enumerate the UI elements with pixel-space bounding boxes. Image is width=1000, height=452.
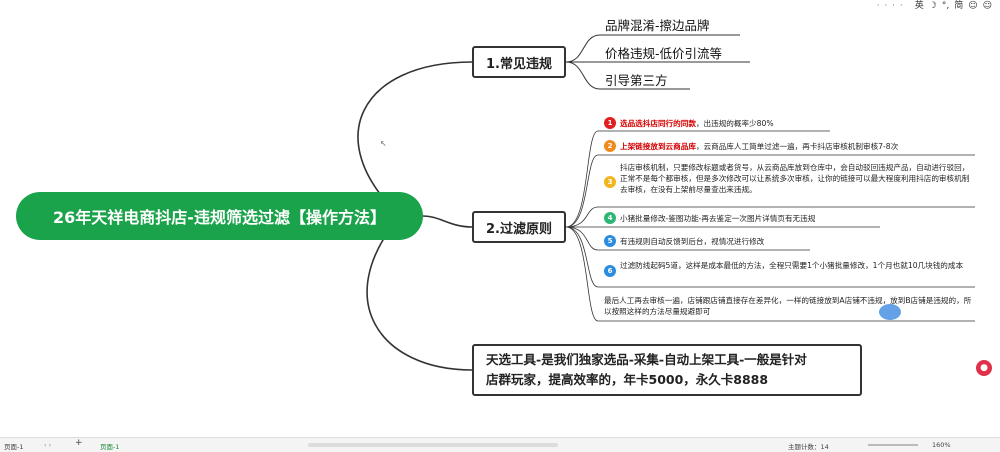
status-bar: 页面-1 ‹ › + 页面-1 主题计数：14 160% bbox=[0, 437, 1000, 452]
number-1-icon: 1 bbox=[604, 117, 616, 129]
tool-line-1: 天选工具-是我们独家选品-采集-自动上架工具-一般是针对 bbox=[486, 352, 807, 367]
ime-skin-icon[interactable]: ☺ bbox=[983, 0, 992, 13]
ime-emoji-icon[interactable]: ☺ bbox=[968, 0, 977, 13]
ime-toolbar: · · · · 英 ☽ °, 简 ☺ ☺ bbox=[877, 0, 992, 13]
filter-item-4[interactable]: 4 小猪批量修改-鉴图功能-再去鉴定一次图片详情页有无违规 bbox=[604, 212, 904, 224]
tool-line-2: 店群玩家，提高效率的，年卡5000，永久卡8888 bbox=[486, 372, 769, 387]
ime-punct-toggle[interactable]: °, bbox=[942, 0, 949, 13]
number-3-icon: 3 bbox=[604, 176, 616, 188]
filter-item-last[interactable]: 最后人工再去审核一遍，店铺跟店铺直接存在差异化，一样的链接放到A店铺不违规，放到… bbox=[604, 295, 974, 317]
zoom-level[interactable]: 160% bbox=[932, 441, 951, 449]
leaf-third-party[interactable]: 引导第三方 bbox=[605, 70, 668, 89]
ime-simplified-toggle[interactable]: 简 bbox=[954, 0, 963, 13]
number-5-icon: 5 bbox=[604, 235, 616, 247]
branch-tianxuan-tool[interactable]: 天选工具-是我们独家选品-采集-自动上架工具-一般是针对 店群玩家，提高效率的，… bbox=[472, 344, 862, 396]
filter-item-6[interactable]: 6 过滤防线起码5道，这样是成本最低的方法，全程只需要1个小猪批量修改，1个月也… bbox=[604, 260, 974, 277]
number-6-icon: 6 bbox=[604, 265, 616, 277]
ime-lang-toggle[interactable]: 英 bbox=[915, 0, 924, 13]
topic-count: 主题计数：14 bbox=[788, 443, 829, 451]
root-topic[interactable]: 26年天祥电商抖店-违规筛选过滤【操作方法】 bbox=[16, 192, 423, 240]
number-2-icon: 2 bbox=[604, 140, 616, 152]
filter-item-1[interactable]: 1 选品选抖店同行的同款，出违规的概率少80% bbox=[604, 117, 904, 129]
ime-moon-icon[interactable]: ☽ bbox=[929, 0, 937, 13]
connector-root-branch2 bbox=[422, 215, 473, 228]
mind-map-canvas: 26年天祥电商抖店-违规筛选过滤【操作方法】 1.常见违规 品牌混淆-擦边品牌 … bbox=[0, 0, 1000, 435]
filter-item-5[interactable]: 5 有违规则自动反馈到后台，视情况进行修改 bbox=[604, 235, 854, 247]
filter-item-3[interactable]: 3 抖店审核机制，只要修改标题或者货号，从云商品库放到仓库中，会自动驳回违规产品… bbox=[604, 162, 974, 195]
leaf-price-violation[interactable]: 价格违规-低价引流等 bbox=[605, 43, 722, 62]
page-selector[interactable]: 页面-1 bbox=[4, 441, 23, 451]
add-page-button[interactable]: + bbox=[75, 438, 83, 448]
floating-avatar-icon[interactable] bbox=[879, 304, 901, 320]
mouse-cursor-icon: ↖ bbox=[380, 139, 387, 148]
zoom-slider[interactable] bbox=[868, 444, 918, 446]
leaf-brand-confusion[interactable]: 品牌混淆-擦边品牌 bbox=[605, 15, 710, 34]
number-4-icon: 4 bbox=[604, 212, 616, 224]
horizontal-scrollbar[interactable] bbox=[308, 443, 558, 447]
active-page-tab[interactable]: 页面-1 bbox=[100, 441, 119, 451]
branch-common-violations[interactable]: 1.常见违规 bbox=[472, 46, 566, 78]
filter-item-2[interactable]: 2 上架链接放到云商品库，云商品库人工简单过滤一遍，再卡抖店审核机制审核7-8次 bbox=[604, 140, 974, 152]
ime-handle[interactable]: · · · · bbox=[877, 0, 904, 13]
branch-filter-principles[interactable]: 2.过滤原则 bbox=[472, 211, 566, 243]
record-icon[interactable]: ● bbox=[976, 360, 992, 376]
page-nav-arrows[interactable]: ‹ › bbox=[44, 441, 51, 449]
